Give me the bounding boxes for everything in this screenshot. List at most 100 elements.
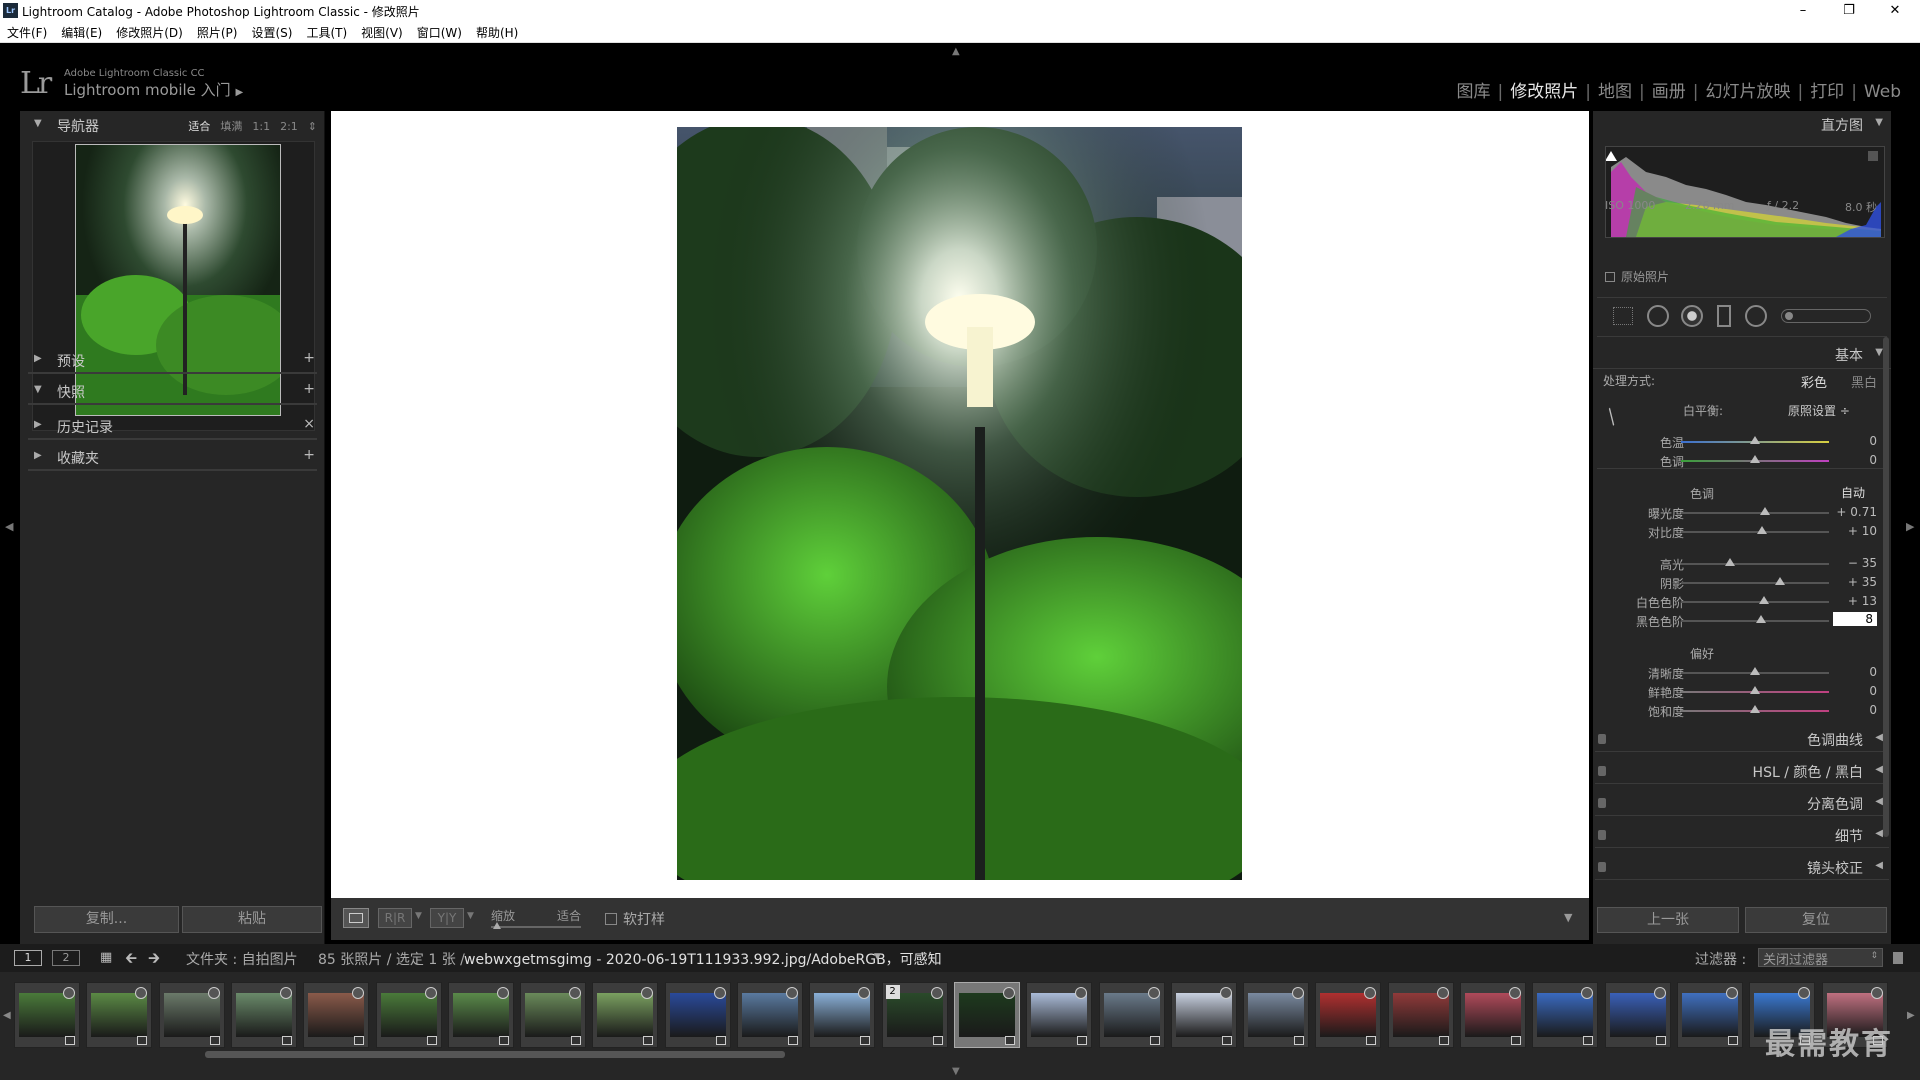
menu-window[interactable]: 窗口(W) bbox=[410, 21, 469, 44]
navigator-thumbnail[interactable] bbox=[75, 144, 281, 416]
primary-window-icon[interactable]: 1 bbox=[14, 950, 42, 966]
module-map[interactable]: 地图 bbox=[1591, 77, 1639, 102]
presets-header[interactable]: ▶ 预设 + bbox=[20, 346, 325, 374]
treatment-bw[interactable]: 黑白 bbox=[1851, 372, 1877, 391]
toolbar-menu-icon[interactable]: ▼ bbox=[1564, 911, 1572, 924]
slider-value[interactable]: 8 bbox=[1833, 612, 1877, 626]
slider-value[interactable]: + 13 bbox=[1848, 594, 1877, 608]
slider-row[interactable]: 阴影 + 35 bbox=[1593, 574, 1891, 592]
treatment-color[interactable]: 彩色 bbox=[1801, 372, 1827, 391]
menu-edit[interactable]: 编辑(E) bbox=[54, 21, 109, 44]
filmstrip-thumbnail[interactable] bbox=[1604, 982, 1671, 1048]
filmstrip-thumbnail[interactable] bbox=[303, 982, 370, 1048]
slider-track[interactable] bbox=[1681, 526, 1829, 534]
slider-track[interactable] bbox=[1681, 436, 1829, 444]
slider-track[interactable] bbox=[1681, 596, 1829, 604]
slider-row[interactable]: 饱和度 0 bbox=[1593, 702, 1891, 720]
filmstrip-right-icon[interactable]: ▶ bbox=[1907, 1010, 1915, 1021]
stack-count-badge[interactable]: 2 bbox=[885, 985, 900, 999]
before-after-icon[interactable]: R|R bbox=[378, 908, 412, 928]
add-preset-icon[interactable]: + bbox=[303, 350, 315, 366]
reset-button[interactable]: 复位 bbox=[1745, 907, 1887, 933]
main-photo[interactable] bbox=[677, 127, 1242, 880]
filmstrip-thumbnail[interactable] bbox=[1676, 982, 1743, 1048]
filmstrip-thumbnail[interactable] bbox=[158, 982, 225, 1048]
slider-row[interactable]: 黑色色阶 8 bbox=[1593, 612, 1891, 630]
paste-button[interactable]: 粘贴 bbox=[182, 906, 322, 933]
menu-help[interactable]: 帮助(H) bbox=[469, 21, 525, 44]
badge-icon[interactable] bbox=[1219, 987, 1232, 999]
badge-icon[interactable] bbox=[930, 987, 943, 999]
badge-icon[interactable] bbox=[713, 987, 726, 999]
snapshots-header[interactable]: ▼ 快照 + bbox=[20, 377, 325, 405]
spot-removal-icon[interactable] bbox=[1647, 305, 1669, 327]
filename-dropdown-icon[interactable]: ▼ bbox=[874, 952, 881, 962]
slider-knob[interactable] bbox=[1750, 705, 1760, 713]
slider-value[interactable]: 0 bbox=[1869, 665, 1877, 679]
slider-knob[interactable] bbox=[1758, 596, 1769, 604]
module-develop[interactable]: 修改照片 bbox=[1503, 77, 1585, 102]
adjustment-brush-icon[interactable] bbox=[1781, 309, 1871, 323]
filmstrip-thumbnail[interactable] bbox=[375, 982, 442, 1048]
red-eye-icon[interactable] bbox=[1681, 305, 1703, 327]
slider-track[interactable] bbox=[1681, 686, 1829, 694]
module-book[interactable]: 画册 bbox=[1645, 77, 1693, 102]
slider-row[interactable]: 清晰度 0 bbox=[1593, 664, 1891, 682]
filmstrip-scrollbar[interactable] bbox=[205, 1051, 785, 1058]
slider-track[interactable] bbox=[1681, 558, 1829, 566]
filmstrip-thumbnail[interactable] bbox=[86, 982, 153, 1048]
badge-icon[interactable] bbox=[1002, 987, 1015, 999]
back-icon[interactable]: 🡰 bbox=[125, 948, 137, 973]
slider-row[interactable]: 对比度 + 10 bbox=[1593, 523, 1891, 541]
previous-button[interactable]: 上一张 bbox=[1597, 907, 1739, 933]
menu-view[interactable]: 视图(V) bbox=[354, 21, 410, 44]
menu-file[interactable]: 文件(F) bbox=[0, 21, 54, 44]
badge-icon[interactable] bbox=[1147, 987, 1160, 999]
badge-icon[interactable] bbox=[496, 987, 509, 999]
restore-icon[interactable]: ❐ bbox=[1826, 0, 1872, 21]
histogram-header[interactable]: 直方图 ▼ bbox=[1593, 111, 1891, 137]
add-collection-icon[interactable]: + bbox=[303, 447, 315, 463]
module-print[interactable]: 打印 bbox=[1803, 77, 1851, 102]
original-photo-checkbox[interactable] bbox=[1605, 272, 1615, 282]
filmstrip-thumbnail[interactable] bbox=[592, 982, 659, 1048]
badge-icon[interactable] bbox=[1436, 987, 1449, 999]
collapse-bottom-icon[interactable]: ▼ bbox=[952, 1066, 960, 1077]
section-toggle-icon[interactable] bbox=[1598, 862, 1606, 872]
slider-value[interactable]: 0 bbox=[1869, 453, 1877, 467]
dropdown-icon[interactable]: ▼ bbox=[467, 911, 474, 921]
slider-knob[interactable] bbox=[1757, 526, 1768, 534]
section-header[interactable]: 细节 ◀ bbox=[1593, 822, 1891, 848]
folder-path[interactable]: 文件夹 : 自拍图片 bbox=[186, 949, 298, 969]
slider-track[interactable] bbox=[1681, 705, 1829, 713]
filmstrip-thumbnail[interactable] bbox=[230, 982, 297, 1048]
section-header[interactable]: 镜头校正 ◀ bbox=[1593, 854, 1891, 880]
slider-knob[interactable] bbox=[1760, 507, 1771, 515]
slider-value[interactable]: + 0.71 bbox=[1836, 505, 1877, 519]
history-header[interactable]: ▶ 历史记录 × bbox=[20, 412, 325, 440]
mobile-start-link[interactable]: Lightroom mobile 入门 bbox=[64, 81, 231, 99]
badge-icon[interactable] bbox=[63, 987, 75, 999]
slider-track[interactable] bbox=[1681, 507, 1829, 515]
filmstrip-thumbnail[interactable] bbox=[809, 982, 876, 1048]
filmstrip-thumbnail[interactable] bbox=[1026, 982, 1093, 1048]
filmstrip-thumbnail[interactable] bbox=[1315, 982, 1382, 1048]
collections-header[interactable]: ▶ 收藏夹 + bbox=[20, 443, 325, 471]
badge-icon[interactable] bbox=[207, 987, 220, 999]
filmstrip-thumbnail[interactable] bbox=[953, 982, 1020, 1048]
navigator-header[interactable]: ▼ 导航器 适合 填满 1:1 2:1 ⇕ bbox=[20, 111, 325, 139]
slider-knob[interactable] bbox=[1775, 577, 1786, 585]
loupe-view-icon[interactable] bbox=[343, 908, 369, 928]
filmstrip-thumbnail[interactable] bbox=[1170, 982, 1237, 1048]
forward-icon[interactable]: 🡲 bbox=[148, 948, 160, 973]
collapse-right-icon[interactable]: ▶ bbox=[1906, 520, 1914, 533]
slider-row[interactable]: 鲜艳度 0 bbox=[1593, 683, 1891, 701]
yy-compare-icon[interactable]: Y|Y bbox=[430, 908, 464, 928]
badge-icon[interactable] bbox=[1653, 987, 1666, 999]
filmstrip-left-icon[interactable]: ◀ bbox=[3, 1010, 11, 1021]
slider-knob[interactable] bbox=[1750, 686, 1760, 694]
slider-knob[interactable] bbox=[1750, 667, 1760, 675]
wb-select[interactable]: 原照设置 ÷ bbox=[1788, 402, 1850, 419]
section-toggle-icon[interactable] bbox=[1598, 798, 1606, 808]
minimize-icon[interactable]: – bbox=[1780, 0, 1826, 21]
